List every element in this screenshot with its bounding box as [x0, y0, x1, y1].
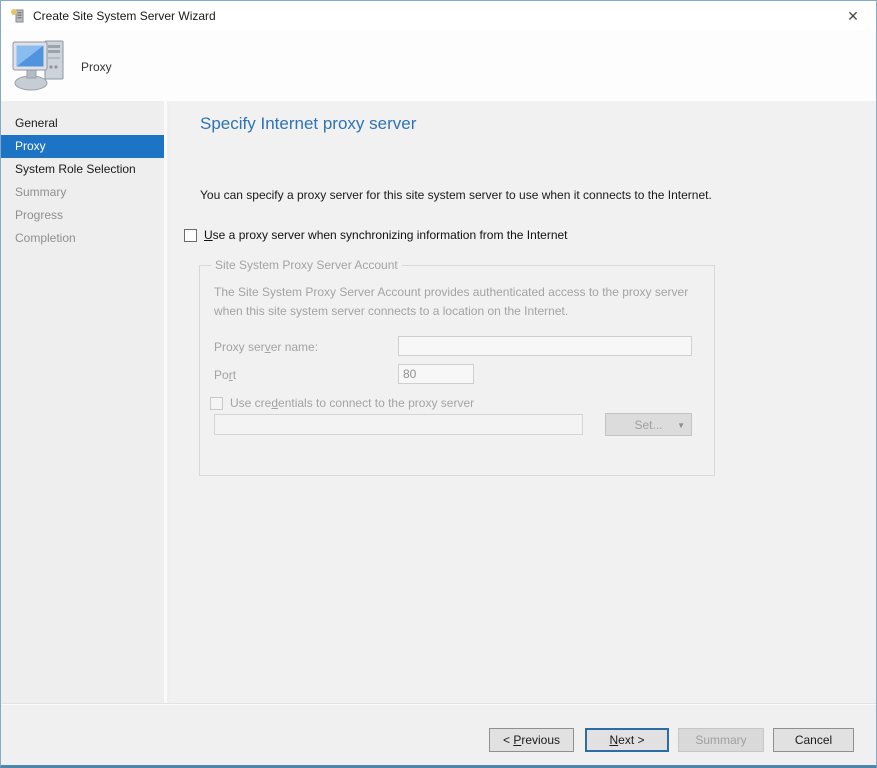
account-input — [214, 414, 583, 435]
footer-bar: < Previous Next > Summary Cancel — [1, 704, 876, 765]
server-computer-icon — [11, 37, 73, 93]
sidebar-item-progress: Progress — [1, 204, 164, 227]
groupbox-legend: Site System Proxy Server Account — [211, 258, 402, 272]
sidebar-item-summary: Summary — [1, 181, 164, 204]
previous-button[interactable]: < Previous — [489, 728, 574, 752]
sidebar-item-system-role-selection[interactable]: System Role Selection — [1, 158, 164, 181]
account-groupbox: Site System Proxy Server Account The Sit… — [199, 265, 715, 476]
sidebar: General Proxy System Role Selection Summ… — [1, 101, 167, 704]
close-button[interactable]: ✕ — [840, 4, 866, 28]
set-button-label: Set... — [634, 418, 662, 432]
banner-page-label: Proxy — [81, 60, 112, 74]
groupbox-description: The Site System Proxy Server Account pro… — [214, 283, 700, 320]
use-credentials-checkbox-row: Use credentials to connect to the proxy … — [210, 396, 474, 410]
use-credentials-label: Use credentials to connect to the proxy … — [230, 396, 474, 410]
use-proxy-checkbox-row: Use a proxy server when synchronizing in… — [184, 228, 568, 242]
proxy-server-name-label: Proxy server name: — [214, 340, 318, 354]
next-button[interactable]: Next > — [585, 728, 669, 752]
content-pane: Specify Internet proxy server You can sp… — [170, 101, 876, 704]
summary-button: Summary — [678, 728, 764, 752]
window-title: Create Site System Server Wizard — [33, 9, 216, 23]
port-label: Port — [214, 368, 236, 382]
port-input — [398, 364, 474, 384]
titlebar: Create Site System Server Wizard ✕ — [1, 1, 876, 31]
set-button: Set... ▼ — [605, 413, 692, 436]
dropdown-arrow-icon: ▼ — [677, 421, 685, 430]
sidebar-item-proxy[interactable]: Proxy — [1, 135, 164, 158]
close-icon: ✕ — [847, 8, 859, 25]
wizard-window: Create Site System Server Wizard ✕ Proxy — [0, 0, 877, 768]
use-proxy-label: Use a proxy server when synchronizing in… — [204, 228, 568, 242]
sidebar-item-completion: Completion — [1, 227, 164, 250]
wizard-icon — [10, 8, 26, 24]
use-credentials-checkbox — [210, 397, 223, 410]
proxy-server-name-input — [398, 336, 692, 356]
page-heading: Specify Internet proxy server — [200, 114, 416, 134]
banner: Proxy — [1, 31, 876, 101]
use-proxy-checkbox[interactable] — [184, 229, 197, 242]
intro-text: You can specify a proxy server for this … — [200, 188, 712, 202]
sidebar-item-general[interactable]: General — [1, 112, 164, 135]
cancel-button[interactable]: Cancel — [773, 728, 854, 752]
